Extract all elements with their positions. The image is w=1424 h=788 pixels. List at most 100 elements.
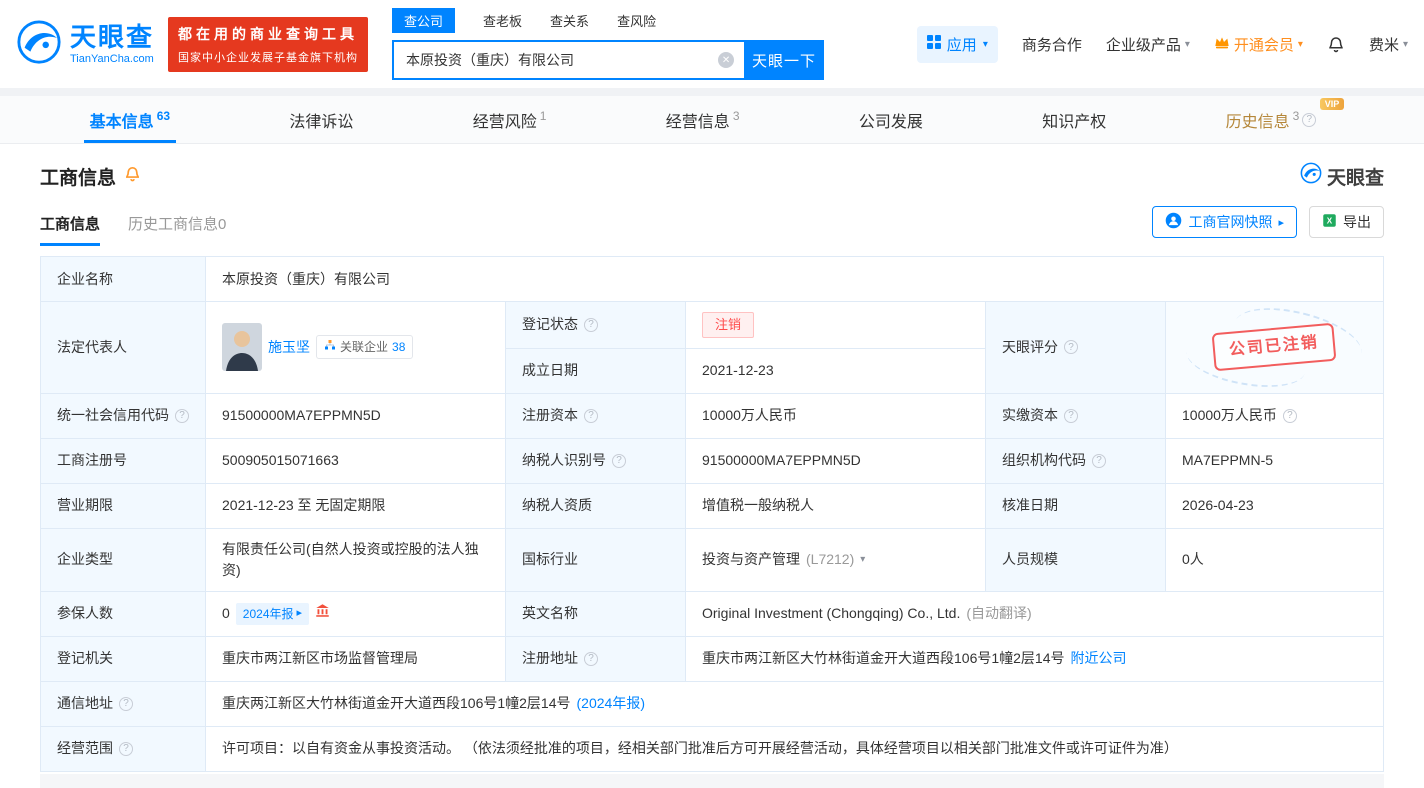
paid-capital-label: 实缴资本 ? (986, 393, 1166, 439)
authority-value: 重庆市两江新区市场监督管理局 (206, 636, 506, 682)
apps-grid-icon (926, 35, 941, 53)
search-tab-boss[interactable]: 查老板 (483, 11, 522, 30)
chevron-down-icon: ▾ (1402, 38, 1408, 50)
annual-report-chip[interactable]: 2024年报 ▸ (235, 602, 310, 625)
legal-rep-name-link[interactable]: 施玉坚 (268, 337, 310, 358)
related-companies-badge[interactable]: 关联企业 38 (316, 335, 414, 360)
reg-address-value: 重庆市两江新区大竹林街道金开大道西段106号1幢2层14号 附近公司 (686, 636, 1384, 682)
legal-rep-photo[interactable] (222, 323, 262, 372)
chevron-down-icon[interactable]: ▾ (860, 552, 865, 567)
tab-operation-info[interactable]: 经营信息 3 (654, 96, 752, 143)
chevron-down-icon: ▾ (982, 38, 988, 50)
help-icon[interactable]: ? (1064, 340, 1078, 355)
notification-bell-button[interactable] (1327, 35, 1345, 53)
logo-title: 天眼查 (70, 21, 155, 52)
menu-open-vip[interactable]: 开通会员 ▾ (1214, 34, 1303, 55)
user-menu[interactable]: 费米 ▾ (1369, 34, 1408, 55)
help-icon[interactable]: ? (612, 453, 626, 468)
tab-history-info[interactable]: 历史信息 3 ? VIP (1214, 96, 1347, 143)
tab-intellectual-property[interactable]: 知识产权 (1030, 96, 1118, 143)
crown-icon (1214, 35, 1230, 53)
deregistered-stamp: 公司已注销 (1212, 323, 1337, 372)
slogan-line2: 国家中小企业发展子基金旗下机构 (178, 51, 359, 64)
tab-operation-risk[interactable]: 经营风险 1 (461, 96, 559, 143)
english-name-label: 英文名称 (506, 591, 686, 637)
menu-enterprise-products[interactable]: 企业级产品 ▾ (1106, 34, 1190, 55)
header-menu: 应用 ▾ 商务合作 企业级产品 ▾ 开通会员 ▾ 费米 ▾ (916, 25, 1408, 63)
social-insurance-icon[interactable] (315, 603, 330, 624)
username-label: 费米 (1368, 36, 1399, 54)
help-icon[interactable]: ? (584, 408, 598, 423)
reg-status-label: 登记状态 ? (506, 302, 686, 349)
enterprise-label: 企业级产品 (1105, 36, 1181, 54)
search-tab-relation[interactable]: 查关系 (550, 11, 589, 30)
logo-subtitle: TianYanCha.com (70, 53, 154, 66)
help-icon[interactable]: ? (1064, 408, 1078, 423)
svg-text:X: X (1327, 217, 1333, 226)
section-title: 工商信息 (40, 167, 117, 189)
annual-report-link[interactable]: (2024年报) (577, 693, 645, 714)
help-icon[interactable]: ? (1282, 408, 1297, 423)
staff-size-label: 人员规模 (986, 528, 1166, 592)
nearby-companies-link[interactable]: 附近公司 (1071, 648, 1127, 669)
subtab-business-info[interactable]: 工商信息 (40, 213, 101, 246)
mail-address-value: 重庆两江新区大竹林街道金开大道西段106号1幢2层14号 (2024年报) (206, 681, 1384, 727)
status-badge: 注销 (702, 312, 755, 338)
chevron-right-icon: ▸ (1278, 216, 1284, 229)
reg-capital-label: 注册资本 ? (506, 393, 686, 439)
subscribe-bell-icon[interactable] (124, 165, 141, 187)
help-icon[interactable]: ? (584, 317, 598, 332)
insured-label: 参保人数 (41, 591, 206, 637)
help-icon[interactable]: ? (175, 408, 189, 423)
org-network-icon (324, 338, 336, 356)
tab-label: 经营信息 (665, 113, 730, 131)
tab-label: 历史信息 (1225, 113, 1290, 131)
reg-address-label: 注册地址 ? (506, 636, 686, 682)
official-snapshot-button[interactable]: 工商官网快照 ▸ (1152, 206, 1297, 238)
help-icon[interactable]: ? (1302, 112, 1317, 127)
chevron-down-icon: ▾ (1297, 38, 1303, 50)
tianyancha-logo[interactable]: 天眼查 TianYanCha.com (16, 19, 154, 70)
watermark-brand: 天眼查 (1300, 162, 1384, 190)
tab-count: 3 (732, 109, 740, 123)
search-tab-company[interactable]: 查公司 (392, 8, 456, 33)
search-button[interactable]: 天眼一下 (744, 40, 825, 80)
taxpayer-quality-label: 纳税人资质 (506, 483, 686, 529)
credit-code-label: 统一社会信用代码 ? (41, 393, 206, 439)
tab-label: 知识产权 (1042, 113, 1107, 131)
clear-search-icon[interactable]: ✕ (718, 52, 735, 68)
cooperation-label: 商务合作 (1021, 36, 1082, 54)
vip-badge: VIP (1319, 98, 1345, 110)
paid-capital-value: 10000万人民币 ? (1166, 393, 1384, 439)
taxpayer-id-label: 纳税人识别号 ? (506, 438, 686, 484)
apps-menu[interactable]: 应用 ▾ (916, 25, 998, 63)
approval-date-value: 2026-04-23 (1166, 483, 1384, 529)
company-nav-tabs: 基本信息 63 法律诉讼 经营风险 1 经营信息 3 公司发展 知识产权 历史信… (0, 96, 1424, 144)
snapshot-button-label: 工商官网快照 (1188, 214, 1273, 230)
company-name-value: 本原投资（重庆）有限公司 (206, 257, 1384, 302)
search-input[interactable] (392, 40, 745, 80)
industry-label: 国标行业 (506, 528, 686, 592)
tab-legal-litigation[interactable]: 法律诉讼 (277, 96, 365, 143)
help-icon[interactable]: ? (119, 696, 133, 711)
tianyancha-mark-icon (1300, 162, 1322, 190)
excel-icon: X (1322, 213, 1337, 231)
org-code-label: 组织机构代码 ? (986, 438, 1166, 484)
search-block: 查公司 查老板 查关系 查风险 ✕ 天眼一下 (392, 8, 825, 80)
tab-company-development[interactable]: 公司发展 (847, 96, 935, 143)
business-info-table: 企业名称 本原投资（重庆）有限公司 法定代表人 施玉坚 关联企业 38 登记状态… (40, 256, 1384, 772)
staff-size-value: 0人 (1166, 528, 1384, 592)
subtab-history-business-info[interactable]: 历史工商信息0 (128, 213, 226, 246)
search-tab-risk[interactable]: 查风险 (617, 11, 656, 30)
help-icon[interactable]: ? (119, 741, 133, 756)
help-icon[interactable]: ? (1092, 453, 1106, 468)
menu-cooperation[interactable]: 商务合作 (1022, 34, 1082, 55)
authority-label: 登记机关 (41, 636, 206, 682)
export-button[interactable]: X 导出 (1309, 206, 1384, 238)
help-icon[interactable]: ? (584, 651, 598, 666)
tab-basic-info[interactable]: 基本信息 63 (78, 96, 182, 143)
tab-count: 63 (156, 109, 171, 123)
reg-status-value: 注销 (686, 302, 986, 349)
main-content: 工商信息 天眼查 工商信息 历史工商信息0 工商官网快照 ▸ X 导出 企业名称… (0, 162, 1424, 788)
search-tabs: 查公司 查老板 查关系 查风险 (392, 8, 824, 33)
